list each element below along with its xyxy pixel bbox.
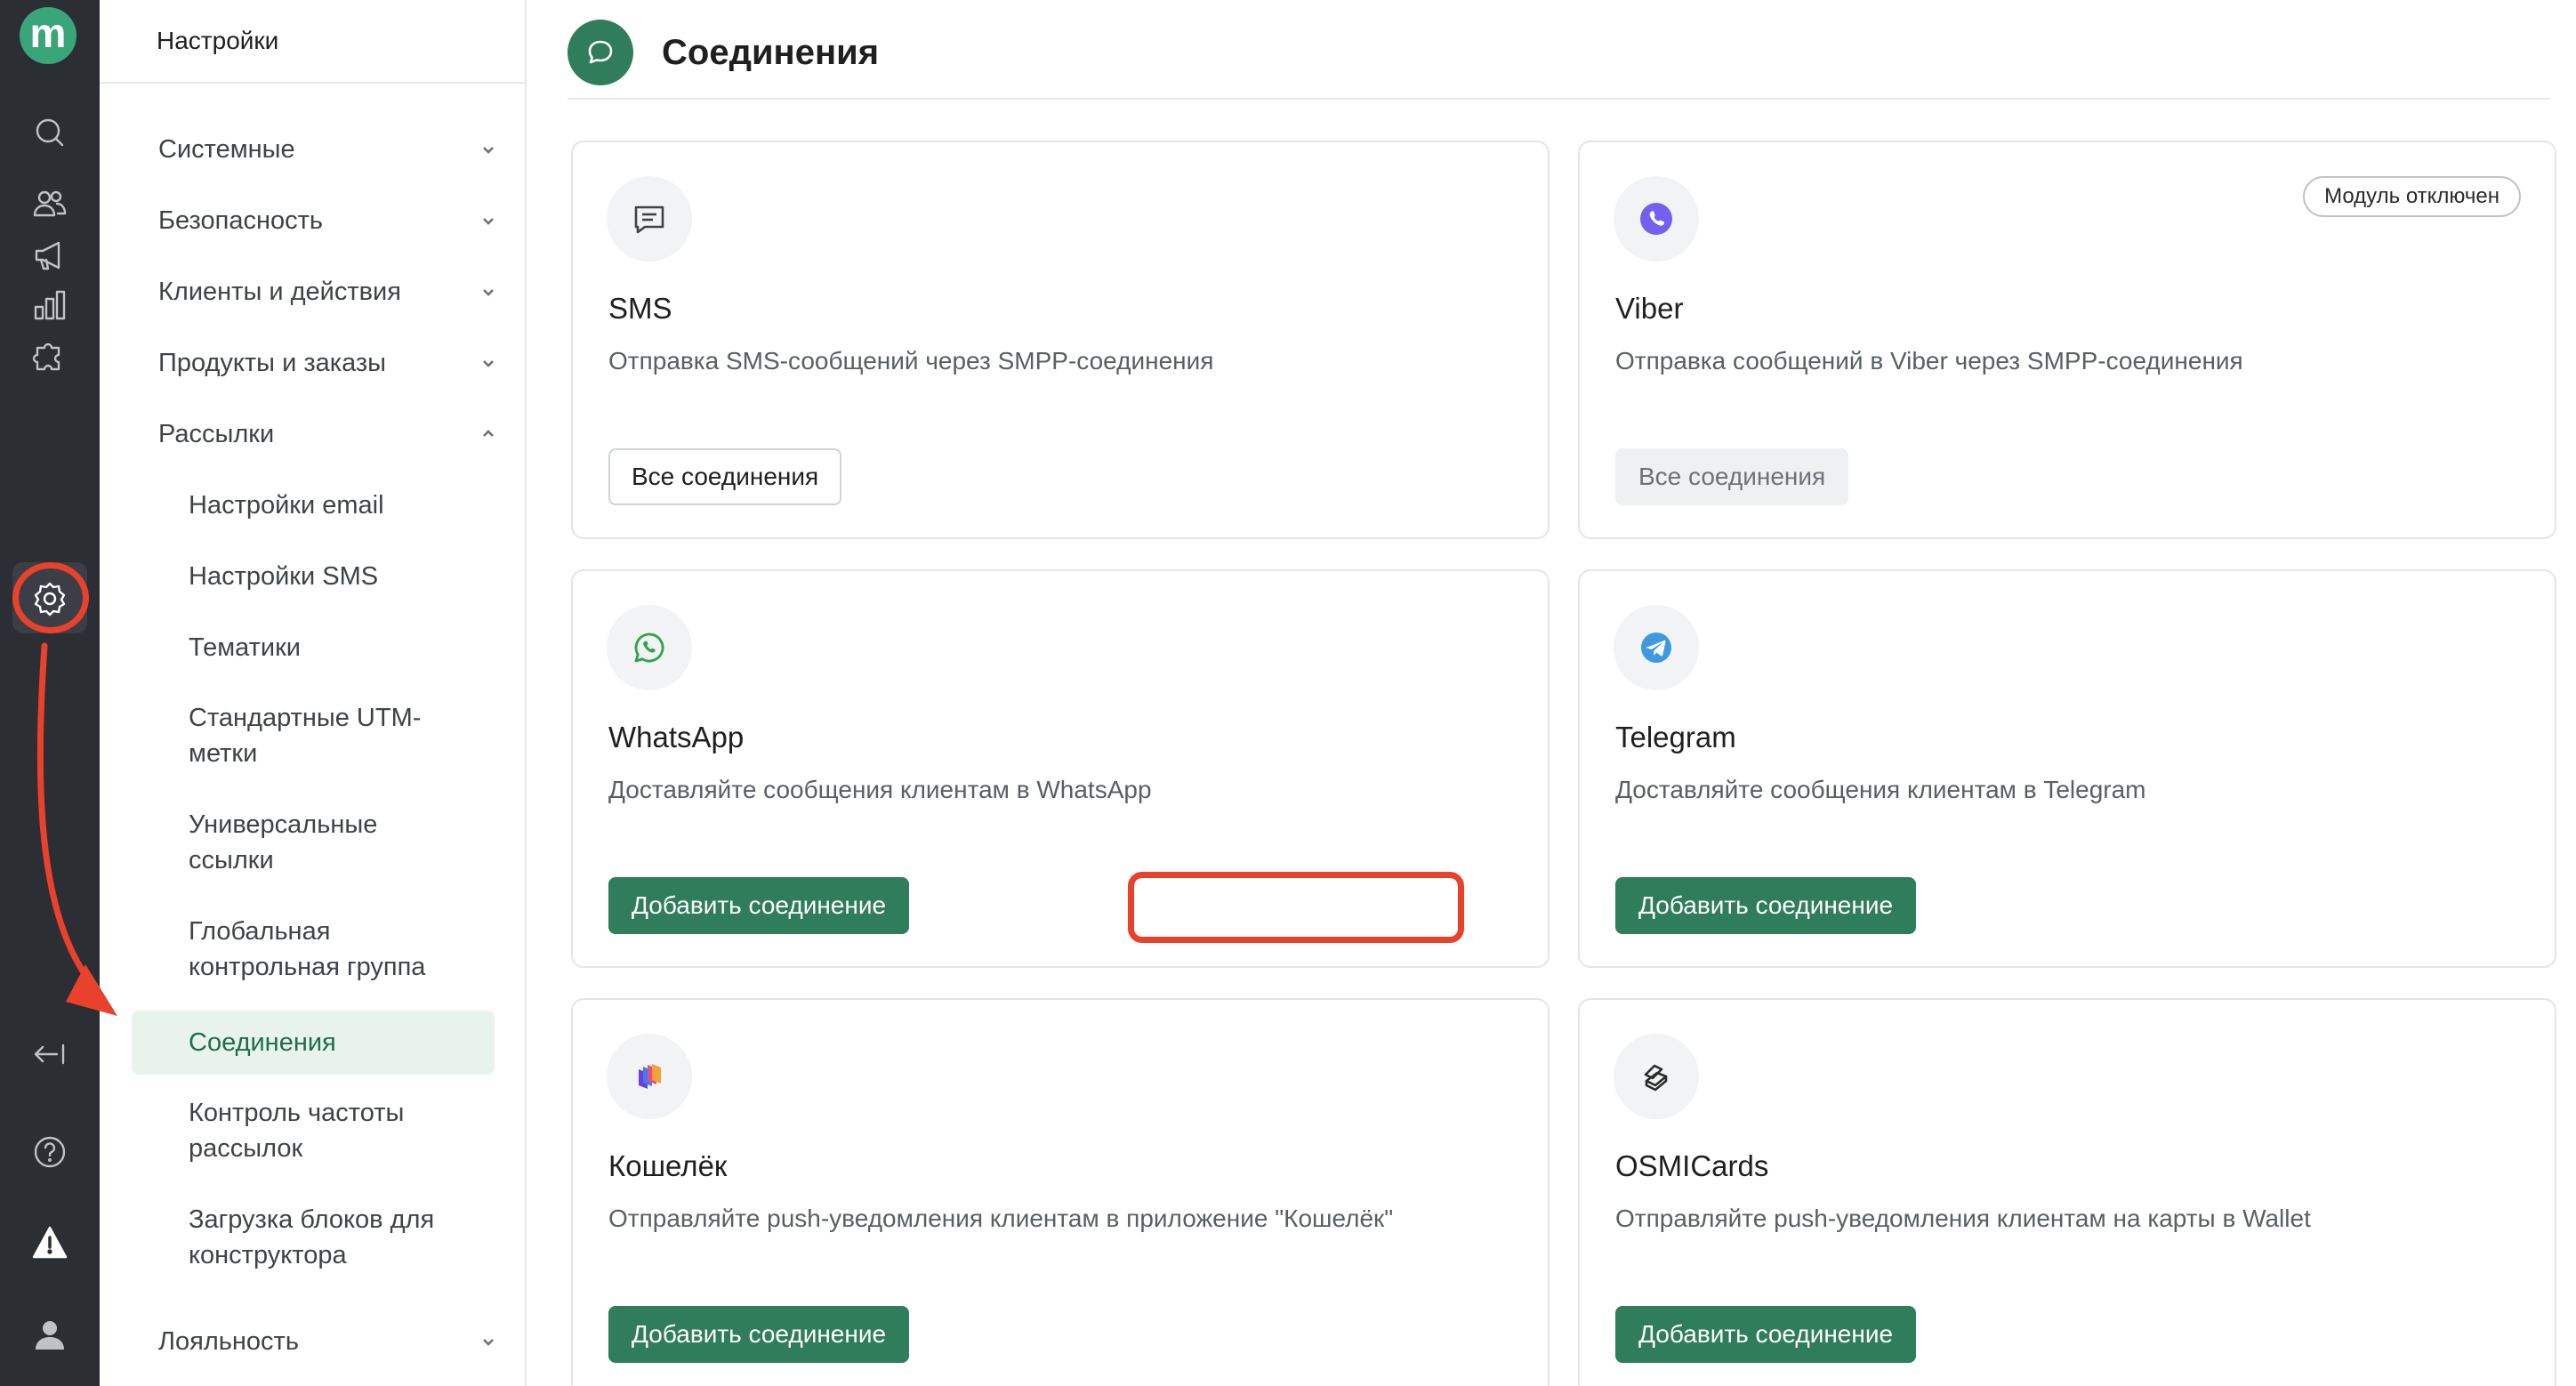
connection-card-osmicards: OSMICards Отправляйте push-уведомления к… [1578, 998, 2556, 1386]
highlight-circle-settings [12, 562, 89, 633]
nav-item-frequency-control[interactable]: Контроль частоты рассылок [132, 1094, 495, 1167]
card-title: Viber [1615, 292, 1684, 325]
nav-group-label: Рассылки [158, 419, 275, 448]
connection-card-wallet: Кошелёк Отправляйте push-уведомления кли… [571, 998, 1550, 1386]
all-connections-button[interactable]: Все соединения [608, 448, 842, 505]
nav-group-loyalty[interactable]: Лояльность [158, 1315, 496, 1368]
header-divider [568, 98, 2549, 100]
nav-item-label: Тематики [189, 633, 302, 662]
connection-card-viber: Модуль отключен Viber Отправка сообщений… [1578, 141, 2556, 539]
connection-card-telegram: Telegram Доставляйте сообщения клиентам … [1578, 569, 2556, 968]
icon-rail: m [0, 0, 100, 1386]
chevron-down-icon [483, 360, 494, 367]
page-title: Соединения [662, 32, 880, 72]
card-title: Кошелёк [608, 1149, 728, 1182]
connection-card-sms: SMS Отправка SMS-сообщений через SMPP-со… [571, 141, 1550, 539]
nav-item-label: Стандартные UTM- [189, 704, 422, 732]
add-connection-button-wallet[interactable]: Добавить соединение [608, 1306, 910, 1363]
rail-alerts[interactable] [0, 1203, 100, 1283]
card-description: Доставляйте сообщения клиентам в WhatsAp… [608, 776, 1152, 803]
nav-group-security[interactable]: Безопасность [158, 194, 496, 247]
nav-item-label: Соединения [189, 1028, 336, 1057]
nav-item-email-settings[interactable]: Настройки email [132, 479, 495, 532]
whatsapp-icon [607, 605, 692, 690]
nav-group-products[interactable]: Продукты и заказы [158, 336, 496, 390]
nav-item-label: Глобальная [189, 917, 331, 946]
chevron-up-icon [483, 430, 494, 437]
card-description: Отправка SMS-сообщений через SMPP-соедин… [608, 347, 1214, 375]
nav-group-label: Безопасность [158, 205, 323, 235]
wallet-icon [607, 1034, 692, 1119]
search-icon [36, 118, 64, 147]
nav-item-label-line2: контрольная группа [189, 953, 426, 981]
card-title: WhatsApp [608, 721, 745, 753]
user-icon [36, 1321, 64, 1350]
add-connection-button-whatsapp[interactable]: Добавить соединение [608, 877, 910, 934]
main-content: Соединения SMS Отправка SMS-сообщений че… [528, 0, 2576, 1386]
nav-item-label: Настройки SMS [189, 562, 379, 591]
nav-item-label: Универсальные [189, 810, 378, 839]
add-connection-button-telegram[interactable]: Добавить соединение [1615, 877, 1917, 934]
puzzle-icon [32, 342, 60, 371]
page-header: Соединения [568, 20, 879, 85]
add-connection-button-osmicards[interactable]: Добавить соединение [1615, 1306, 1917, 1363]
nav-item-global-control-group[interactable]: Глобальная контрольная группа [132, 913, 495, 986]
warning-icon [32, 1226, 68, 1259]
card-description: Отправка сообщений в Viber через SMPP-со… [1615, 347, 2243, 375]
nav-item-label: Настройки email [189, 491, 384, 520]
card-description: Отправляйте push-уведомления клиентам на… [1615, 1205, 2311, 1232]
nav-group-label: Клиенты и действия [158, 277, 401, 306]
rail-profile[interactable] [0, 1295, 100, 1375]
nav-item-label: Загрузка блоков для [189, 1205, 435, 1234]
card-description: Отправляйте push-уведомления клиентам в … [608, 1205, 1394, 1232]
card-title: Telegram [1615, 721, 1736, 753]
nav-item-universal-links[interactable]: Универсальные ссылки [132, 806, 495, 879]
nav-item-label: Контроль частоты [189, 1099, 405, 1127]
nav-item-connections[interactable]: Соединения [132, 1011, 495, 1075]
chevron-down-icon [483, 1339, 494, 1346]
module-disabled-badge: Модуль отключен [2303, 176, 2521, 217]
osmicards-icon [1614, 1034, 1699, 1119]
rail-search[interactable] [0, 93, 100, 173]
nav-item-block-upload[interactable]: Загрузка блоков для конструктора [132, 1201, 495, 1274]
rail-help[interactable] [0, 1112, 100, 1192]
rail-collapse[interactable] [0, 1014, 100, 1094]
nav-group-label: Продукты и заказы [158, 348, 387, 377]
chevron-down-icon [483, 147, 494, 154]
rail-integrations[interactable] [0, 315, 100, 395]
nav-item-utm-tags[interactable]: Стандартные UTM- метки [132, 699, 495, 772]
collapse-icon [34, 1044, 65, 1065]
nav-group-label: Лояльность [158, 1326, 299, 1356]
highlight-box-add-whatsapp [1128, 872, 1464, 943]
nav-item-label-line2: рассылок [189, 1134, 303, 1163]
nav-item-label-line2: метки [189, 739, 258, 768]
nav-item-label-line2: ссылки [189, 846, 274, 874]
sidebar-title: Настройки [100, 0, 525, 84]
telegram-icon [1614, 605, 1699, 690]
chevron-down-icon [483, 289, 494, 296]
all-connections-button-disabled: Все соединения [1615, 448, 1849, 505]
nav-item-topics[interactable]: Тематики [132, 621, 495, 674]
sms-icon [607, 176, 692, 262]
chevron-down-icon [483, 218, 494, 225]
nav-group-system[interactable]: Системные [158, 123, 496, 176]
nav-item-sms-settings[interactable]: Настройки SMS [132, 550, 495, 603]
logo-letter: m [29, 10, 67, 56]
nav-group-label: Системные [158, 134, 295, 164]
nav-group-mailings[interactable]: Рассылки [158, 407, 496, 461]
chat-bubble-icon [568, 20, 633, 85]
card-title: OSMICards [1615, 1149, 1769, 1182]
app-logo[interactable]: m [20, 7, 76, 64]
nav-group-clients[interactable]: Клиенты и действия [158, 265, 496, 318]
card-title: SMS [608, 292, 672, 325]
settings-sidebar: Настройки Системные Безопасность Клиенты… [100, 0, 527, 1386]
nav-item-label-line2: конструктора [189, 1241, 347, 1269]
card-description: Доставляйте сообщения клиентам в Telegra… [1615, 776, 2146, 803]
help-icon [34, 1136, 66, 1168]
viber-icon [1614, 176, 1699, 262]
